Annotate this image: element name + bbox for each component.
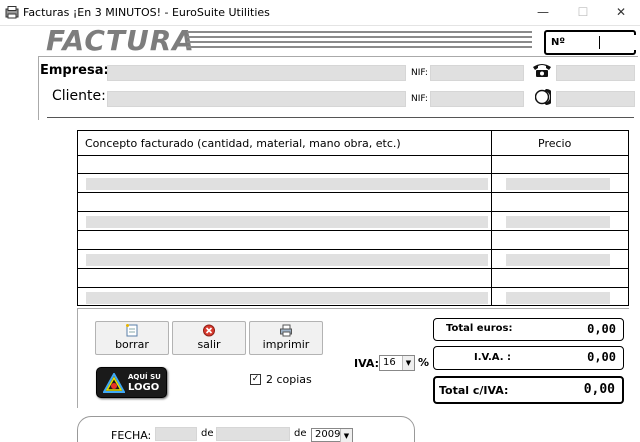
window-title-bar[interactable]: Facturas ¡En 3 MINUTOS! - EuroSuite Util…: [0, 0, 640, 26]
table-row: [78, 175, 628, 193]
iva-percent-sign: %: [418, 356, 430, 369]
table-row: [78, 251, 628, 269]
concept-cell[interactable]: [86, 254, 488, 266]
new-document-icon: [126, 324, 138, 337]
cliente-nif-field[interactable]: [430, 91, 524, 107]
price-cell[interactable]: [506, 178, 610, 190]
empresa-nif-label: NIF:: [411, 68, 428, 78]
salir-label: salir: [197, 338, 221, 351]
cliente-label: Cliente:: [52, 88, 106, 104]
iva-amount-label: I.V.A. :: [474, 352, 511, 363]
total-euros-box: Total euros: 0,00: [433, 318, 624, 341]
table-row: [78, 213, 628, 231]
chevron-down-icon[interactable]: ▼: [340, 429, 352, 442]
iva-rate-select[interactable]: 16 ▼: [379, 355, 415, 371]
logo-line-1: AQUÍ SU: [128, 373, 161, 381]
logo-line-2: LOGO: [128, 382, 160, 393]
table-row: [78, 232, 628, 250]
app-icon: [5, 6, 19, 19]
date-label: FECHA:: [111, 429, 152, 442]
empresa-phone-field[interactable]: [556, 65, 635, 81]
iva-amount-value: 0,00: [587, 350, 616, 364]
empresa-label: Empresa:: [40, 63, 109, 78]
iva-rate-value: 16: [383, 357, 396, 368]
price-cell[interactable]: [506, 216, 610, 228]
table-row: [78, 270, 628, 288]
logo-placeholder-button[interactable]: AQUÍ SU LOGO: [96, 367, 167, 398]
table-row: [78, 156, 628, 174]
borrar-label: borrar: [115, 338, 149, 351]
price-cell[interactable]: [506, 254, 610, 266]
invoice-title: FACTURA: [46, 24, 195, 57]
items-table-header: Concepto facturado (cantidad, material, …: [78, 131, 628, 156]
iva-amount-box: I.V.A. : 0,00: [433, 346, 624, 370]
table-row: [78, 194, 628, 212]
date-year-select[interactable]: 2009 ▼: [311, 428, 353, 442]
cliente-name-field[interactable]: [107, 91, 406, 107]
total-with-iva-box: Total c/IVA: 0,00: [433, 376, 624, 404]
chevron-down-icon[interactable]: ▼: [402, 356, 414, 370]
section-divider: [47, 117, 634, 118]
concept-column-header: Concepto facturado (cantidad, material, …: [85, 137, 401, 150]
total-euros-value: 0,00: [587, 322, 616, 336]
two-copies-checkbox[interactable]: ✓: [250, 374, 261, 385]
price-column-header: Precio: [538, 137, 572, 150]
empresa-name-field[interactable]: [107, 65, 406, 81]
price-cell[interactable]: [506, 292, 610, 304]
salir-button[interactable]: salir: [172, 321, 246, 355]
two-copies-label: 2 copias: [266, 373, 312, 386]
date-year-value: 2009: [315, 429, 341, 440]
concept-cell[interactable]: [86, 216, 488, 228]
printer-icon: [280, 324, 292, 337]
imprimir-button[interactable]: imprimir: [249, 321, 323, 355]
concept-cell[interactable]: [86, 292, 488, 304]
date-de-label-1: de: [201, 428, 214, 439]
invoice-number-box: Nº: [544, 30, 640, 55]
items-table: Concepto facturado (cantidad, material, …: [77, 130, 629, 306]
cliente-phone-field[interactable]: [556, 91, 635, 107]
invoice-number-input[interactable]: [569, 35, 640, 50]
telephone-icon: [533, 64, 551, 77]
table-row: [78, 289, 628, 307]
mobile-phone-icon: [535, 89, 551, 105]
cliente-nif-label: NIF:: [411, 94, 428, 104]
close-button[interactable]: ✕: [598, 0, 640, 26]
logo-triangle-icon: [103, 373, 125, 393]
header-decorative-lines: [187, 31, 532, 53]
invoice-number-label: Nº: [551, 37, 566, 48]
date-de-label-2: de: [294, 428, 307, 439]
iva-rate-label: IVA:: [354, 357, 379, 370]
imprimir-label: imprimir: [262, 338, 310, 351]
borrar-button[interactable]: borrar: [95, 321, 169, 355]
total-with-iva-value: 0,00: [583, 382, 615, 397]
date-day-field[interactable]: [155, 427, 197, 441]
concept-cell[interactable]: [86, 178, 488, 190]
window-title: Facturas ¡En 3 MINUTOS! - EuroSuite Util…: [23, 6, 270, 19]
date-month-field[interactable]: [216, 427, 290, 441]
total-with-iva-label: Total c/IVA:: [439, 384, 509, 397]
total-euros-label: Total euros:: [446, 323, 513, 334]
empresa-nif-field[interactable]: [430, 65, 524, 81]
exit-icon: [203, 324, 215, 337]
